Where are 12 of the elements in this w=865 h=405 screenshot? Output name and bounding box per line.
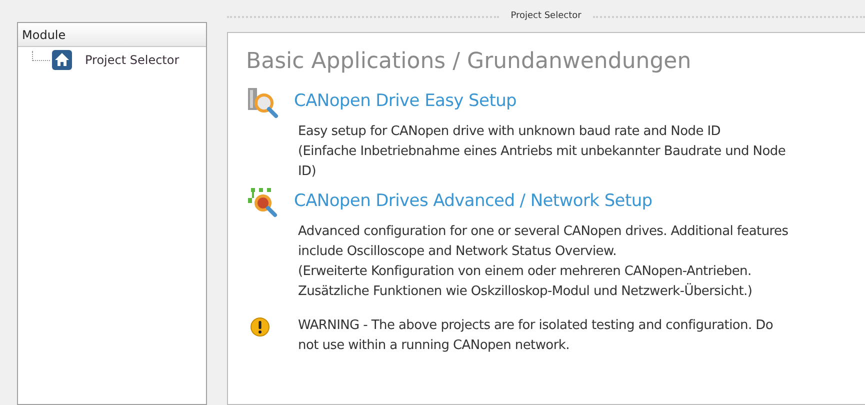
description: Easy setup for CANopen drive with unknown baud rate and Node ID (Einfache Inbetriebnahme eines Antriebs mit unbekannter Baudrate und Node ID) bbox=[298, 123, 787, 181]
panel-title: Project Selector bbox=[510, 10, 582, 24]
warning-icon bbox=[250, 317, 270, 337]
project-link[interactable]: CANopen Drive Easy Setup bbox=[294, 89, 517, 115]
magnifier-icon bbox=[246, 86, 280, 118]
network-magnifier-icon bbox=[246, 186, 280, 218]
description: Advanced configuration for one or several CANopen drives. Additional features include Oscilloscope and Network Status Overview. (Erweiterte Konfiguration von einem oder mehreren CANopen-Antrieben. Zusätzliche Funktionen wie Oskzilloskop-Modul und Netzwerk-Übersicht.) bbox=[298, 223, 790, 301]
heading: Basic Applications / Grundanwendungen bbox=[246, 48, 692, 76]
project-link[interactable]: CANopen Drives Advanced / Network Setup bbox=[294, 189, 652, 215]
home-icon bbox=[51, 49, 73, 71]
warning-text: WARNING - The above projects are for isolated testing and configuration. Do not use within a running CANopen network. bbox=[298, 317, 774, 355]
tree-item[interactable]: Project Selector bbox=[83, 51, 182, 69]
